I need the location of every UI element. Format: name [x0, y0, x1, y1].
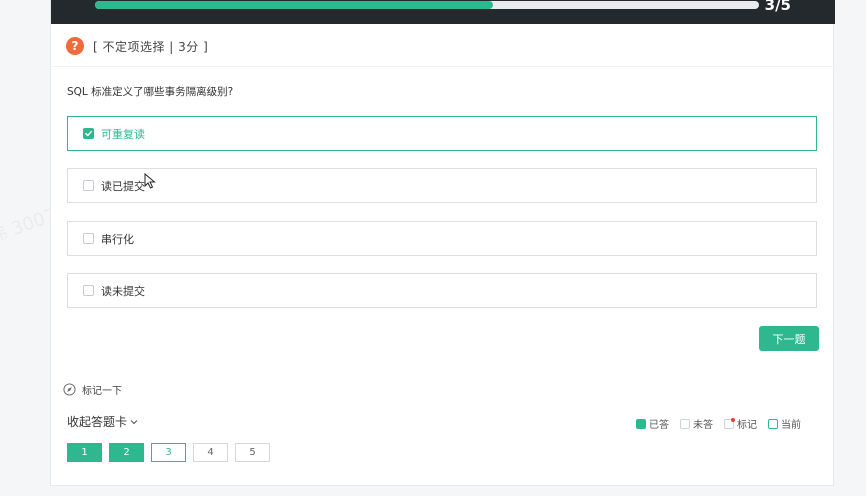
- question-number-button[interactable]: 4: [193, 443, 228, 462]
- progress-fill: [95, 1, 494, 9]
- legend-marked-label: 标记: [737, 420, 757, 431]
- legend-current: 当前: [768, 416, 801, 431]
- current-swatch: [768, 418, 778, 429]
- question-number-button[interactable]: 5: [235, 443, 270, 462]
- checkbox-icon[interactable]: [83, 180, 94, 191]
- legend-current-label: 当前: [781, 420, 801, 431]
- option-label: 读已提交: [101, 179, 145, 193]
- question-type: ? [ 不定项选择 | 3分 ]: [66, 36, 208, 56]
- marked-swatch: [724, 417, 735, 429]
- option-label: 读未提交: [101, 284, 145, 298]
- divider: [51, 66, 835, 67]
- progress-track: [95, 1, 759, 9]
- checkbox-icon[interactable]: [83, 285, 94, 296]
- compass-icon: [63, 383, 76, 396]
- option-label: 串行化: [101, 232, 134, 246]
- chevron-down-icon: [130, 419, 138, 424]
- option-3[interactable]: 串行化: [67, 221, 817, 256]
- option-4[interactable]: 读未提交: [67, 273, 817, 308]
- mark-question-label: 标记一下: [82, 386, 122, 397]
- progress-count: 3/5: [764, 0, 791, 14]
- collapse-answer-card-button[interactable]: 收起答题卡: [67, 413, 138, 430]
- mark-question-toggle[interactable]: 标记一下: [63, 382, 122, 397]
- checkbox-icon[interactable]: [83, 233, 94, 244]
- legend-answered: 已答: [636, 416, 669, 431]
- question-number-button[interactable]: 3: [151, 443, 186, 462]
- collapse-answer-card-label: 收起答题卡: [67, 415, 128, 429]
- option-label: 可重复读: [101, 127, 145, 141]
- answer-card-legend: 已答 未答 标记 当前: [636, 416, 801, 431]
- legend-answered-label: 已答: [649, 420, 669, 431]
- option-2[interactable]: 读已提交: [67, 168, 817, 203]
- answered-swatch: [636, 418, 646, 429]
- question-number-button[interactable]: 1: [67, 443, 102, 462]
- checkbox-checked-icon[interactable]: [83, 128, 94, 139]
- option-1[interactable]: 可重复读: [67, 116, 817, 151]
- question-text: SQL 标准定义了哪些事务隔离级别?: [67, 86, 234, 98]
- question-number-button[interactable]: 2: [109, 443, 144, 462]
- question-mark-icon: ?: [66, 37, 84, 55]
- unanswered-swatch: [680, 418, 690, 429]
- next-question-button[interactable]: 下一题: [759, 326, 819, 351]
- question-type-label: [ 不定项选择 | 3分 ]: [93, 39, 209, 54]
- legend-marked: 标记: [724, 416, 757, 431]
- exam-card: 3/5 ? [ 不定项选择 | 3分 ] SQL 标准定义了哪些事务隔离级别? …: [50, 0, 835, 486]
- progress-bar-header: 3/5: [51, 0, 835, 24]
- legend-unanswered-label: 未答: [693, 420, 713, 431]
- legend-unanswered: 未答: [680, 416, 713, 431]
- answer-card-numbers: 1 2 3 4 5: [67, 443, 277, 462]
